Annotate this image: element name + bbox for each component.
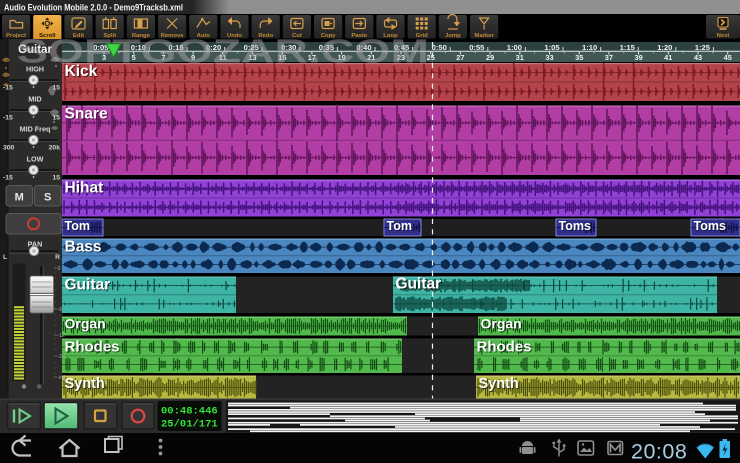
svg-text:M: M	[15, 192, 24, 204]
svg-text:1:25: 1:25	[695, 43, 711, 52]
svg-text:43: 43	[694, 53, 702, 62]
svg-text:-6: -6	[58, 307, 63, 313]
svg-text:20k: 20k	[49, 145, 61, 152]
svg-text:-12: -12	[58, 333, 66, 339]
svg-text:Hihat: Hihat	[65, 180, 104, 197]
svg-text:Tom: Tom	[65, 219, 90, 233]
svg-text:Next: Next	[717, 33, 730, 39]
svg-text:15: 15	[52, 175, 60, 182]
svg-text:-24: -24	[58, 354, 66, 360]
svg-text:Snare: Snare	[65, 106, 108, 123]
svg-text:Toms: Toms	[559, 219, 591, 233]
svg-text:Audio Evolution Mobile 2.0.0 -: Audio Evolution Mobile 2.0.0 - Demo9Trac…	[4, 3, 183, 13]
svg-text:S: S	[44, 192, 51, 204]
svg-text:300: 300	[3, 145, 15, 152]
svg-text:Rhodes: Rhodes	[477, 338, 532, 355]
svg-text:00:48:446: 00:48:446	[161, 406, 218, 418]
svg-text:45: 45	[724, 53, 732, 62]
svg-text:Bass: Bass	[65, 239, 102, 256]
svg-text:MID: MID	[28, 95, 41, 104]
svg-text:29: 29	[486, 53, 494, 62]
svg-text:LOW: LOW	[27, 155, 44, 164]
svg-text:-15: -15	[3, 175, 13, 182]
svg-text:L: L	[3, 254, 7, 261]
svg-text:SOFTGOZAR.COM: SOFTGOZAR.COM	[17, 33, 429, 70]
svg-text:Synth: Synth	[65, 376, 105, 392]
svg-text:27: 27	[456, 53, 464, 62]
svg-text:Organ: Organ	[481, 316, 522, 332]
svg-text:31: 31	[516, 53, 524, 62]
svg-text:Guitar: Guitar	[396, 276, 442, 293]
svg-text:-inf: -inf	[58, 375, 66, 381]
svg-text:1:10: 1:10	[582, 43, 597, 52]
svg-text:25/01/171: 25/01/171	[161, 419, 218, 431]
svg-text:1:20: 1:20	[657, 43, 672, 52]
svg-text:R: R	[55, 254, 60, 261]
svg-text:-15: -15	[3, 115, 13, 122]
svg-text:20:08: 20:08	[631, 440, 687, 463]
svg-text:1:05: 1:05	[544, 43, 560, 52]
svg-text:0:55: 0:55	[469, 43, 485, 52]
svg-text:Tom: Tom	[387, 219, 412, 233]
svg-text:0:50: 0:50	[432, 43, 447, 52]
svg-text:MID Freq: MID Freq	[20, 125, 51, 134]
svg-text:41: 41	[664, 53, 672, 62]
svg-text:33: 33	[545, 53, 553, 62]
svg-text:Jump: Jump	[445, 33, 461, 39]
svg-text:Toms: Toms	[694, 219, 726, 233]
svg-text:37: 37	[605, 53, 613, 62]
svg-text:1:15: 1:15	[620, 43, 636, 52]
svg-text:0: 0	[58, 266, 61, 272]
svg-text:Rhodes: Rhodes	[65, 338, 120, 355]
svg-text:Marker: Marker	[474, 33, 494, 39]
svg-text:Synth: Synth	[479, 376, 519, 392]
svg-text:Guitar: Guitar	[65, 277, 111, 294]
svg-text:Organ: Organ	[65, 316, 106, 332]
svg-text:1:00: 1:00	[507, 43, 522, 52]
svg-text:35: 35	[575, 53, 583, 62]
svg-text:39: 39	[634, 53, 642, 62]
